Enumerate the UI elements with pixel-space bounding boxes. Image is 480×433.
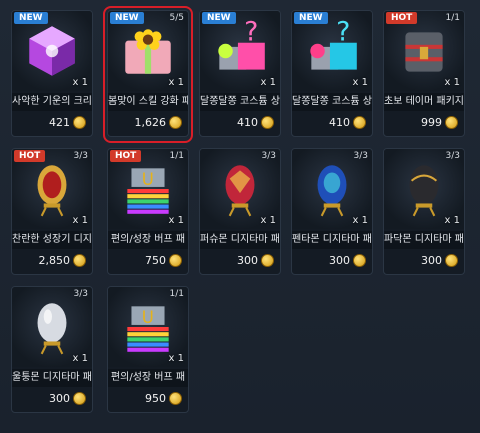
price-value: 950 bbox=[145, 392, 166, 405]
coin-icon bbox=[261, 116, 274, 129]
item-name: 울퉁몬 디지타마 패 bbox=[12, 369, 92, 387]
item-price: 410 bbox=[237, 116, 274, 129]
item-quantity: x 1 bbox=[352, 77, 368, 88]
item-name: 찬란한 성장기 디지 bbox=[12, 231, 92, 249]
shop-item-card[interactable]: ? NEW x 1 달쫑달쫑 코스튬 상 410 bbox=[199, 10, 281, 137]
item-price: 300 bbox=[421, 254, 458, 267]
price-value: 750 bbox=[145, 254, 166, 267]
svg-text:?: ? bbox=[244, 20, 258, 48]
coin-icon bbox=[353, 116, 366, 129]
purchase-limit: 1/1 bbox=[445, 13, 460, 23]
item-price: 421 bbox=[49, 116, 86, 129]
hot-badge: HOT bbox=[110, 150, 142, 162]
item-name: 퍼슈몬 디지타마 패 bbox=[200, 231, 280, 249]
item-price: 410 bbox=[329, 116, 366, 129]
purchase-limit: 1/1 bbox=[169, 151, 184, 161]
item-price: 999 bbox=[421, 116, 458, 129]
price-value: 2,850 bbox=[38, 254, 71, 267]
hot-badge: HOT bbox=[386, 12, 418, 24]
item-name: 편의/성장 버프 패 bbox=[108, 369, 188, 387]
item-name: 달쫑달쫑 코스튬 상 bbox=[200, 93, 280, 111]
price-value: 300 bbox=[421, 254, 442, 267]
item-quantity: x 1 bbox=[444, 215, 460, 226]
shop-item-card[interactable]: 3/3 x 1 펜타몬 디지타마 패 300 bbox=[291, 148, 373, 275]
shop-item-card[interactable]: ? NEW x 1 달쫑달쫑 코스튬 상 410 bbox=[291, 10, 373, 137]
item-name: 달쫑달쫑 코스튬 상 bbox=[292, 93, 372, 111]
item-quantity: x 1 bbox=[72, 215, 88, 226]
svg-text:U: U bbox=[142, 170, 154, 189]
shop-item-card[interactable]: U 1/1 x 1 편의/성장 버프 패 950 bbox=[107, 286, 189, 413]
item-quantity: x 1 bbox=[352, 215, 368, 226]
price-value: 999 bbox=[421, 116, 442, 129]
selected-item-highlight bbox=[103, 6, 193, 143]
item-price: 300 bbox=[329, 254, 366, 267]
price-value: 410 bbox=[329, 116, 350, 129]
coin-icon bbox=[445, 116, 458, 129]
coin-icon bbox=[73, 392, 86, 405]
price-value: 300 bbox=[237, 254, 258, 267]
purchase-limit: 3/3 bbox=[445, 151, 460, 161]
item-name: 펜타몬 디지타마 패 bbox=[292, 231, 372, 249]
purchase-limit: 3/3 bbox=[73, 151, 88, 161]
item-name: 파닥몬 디지타마 패 bbox=[384, 231, 464, 249]
shop-panel: NEW x 1 사악한 기운의 크리 421 NEW 5/5 x 1 봄맞이 스… bbox=[0, 0, 480, 433]
price-value: 410 bbox=[237, 116, 258, 129]
coin-icon bbox=[169, 392, 182, 405]
coin-icon bbox=[261, 254, 274, 267]
shop-item-card[interactable]: 3/3 x 1 퍼슈몬 디지타마 패 300 bbox=[199, 148, 281, 275]
item-quantity: x 1 bbox=[444, 77, 460, 88]
shop-item-card[interactable]: HOT 3/3 x 1 찬란한 성장기 디지 2,850 bbox=[11, 148, 93, 275]
new-badge: NEW bbox=[294, 12, 328, 24]
item-price: 300 bbox=[237, 254, 274, 267]
item-quantity: x 1 bbox=[260, 77, 276, 88]
price-value: 300 bbox=[49, 392, 70, 405]
item-price: 300 bbox=[49, 392, 86, 405]
price-value: 300 bbox=[329, 254, 350, 267]
shop-item-card[interactable]: HOT 1/1 x 1 초보 테이머 패키지 999 bbox=[383, 10, 465, 137]
new-badge: NEW bbox=[202, 12, 236, 24]
item-quantity: x 1 bbox=[72, 353, 88, 364]
purchase-limit: 3/3 bbox=[73, 289, 88, 299]
item-quantity: x 1 bbox=[168, 353, 184, 364]
item-quantity: x 1 bbox=[72, 77, 88, 88]
coin-icon bbox=[73, 116, 86, 129]
item-price: 2,850 bbox=[38, 254, 86, 267]
hot-badge: HOT bbox=[14, 150, 46, 162]
shop-item-card[interactable]: 3/3 x 1 파닥몬 디지타마 패 300 bbox=[383, 148, 465, 275]
purchase-limit: 1/1 bbox=[169, 289, 184, 299]
new-badge: NEW bbox=[14, 12, 48, 24]
price-value: 421 bbox=[49, 116, 70, 129]
coin-icon bbox=[73, 254, 86, 267]
coin-icon bbox=[353, 254, 366, 267]
item-price: 950 bbox=[145, 392, 182, 405]
item-price: 750 bbox=[145, 254, 182, 267]
item-name: 사악한 기운의 크리 bbox=[12, 93, 92, 111]
item-quantity: x 1 bbox=[168, 215, 184, 226]
item-name: 편의/성장 버프 패 bbox=[108, 231, 188, 249]
item-name: 초보 테이머 패키지 bbox=[384, 93, 464, 111]
shop-item-card[interactable]: U HOT 1/1 x 1 편의/성장 버프 패 750 bbox=[107, 148, 189, 275]
svg-text:?: ? bbox=[336, 20, 350, 48]
svg-text:U: U bbox=[142, 308, 154, 327]
shop-item-card[interactable]: NEW x 1 사악한 기운의 크리 421 bbox=[11, 10, 93, 137]
purchase-limit: 3/3 bbox=[261, 151, 276, 161]
shop-item-card[interactable]: 3/3 x 1 울퉁몬 디지타마 패 300 bbox=[11, 286, 93, 413]
coin-icon bbox=[169, 254, 182, 267]
item-quantity: x 1 bbox=[260, 215, 276, 226]
coin-icon bbox=[445, 254, 458, 267]
purchase-limit: 3/3 bbox=[353, 151, 368, 161]
